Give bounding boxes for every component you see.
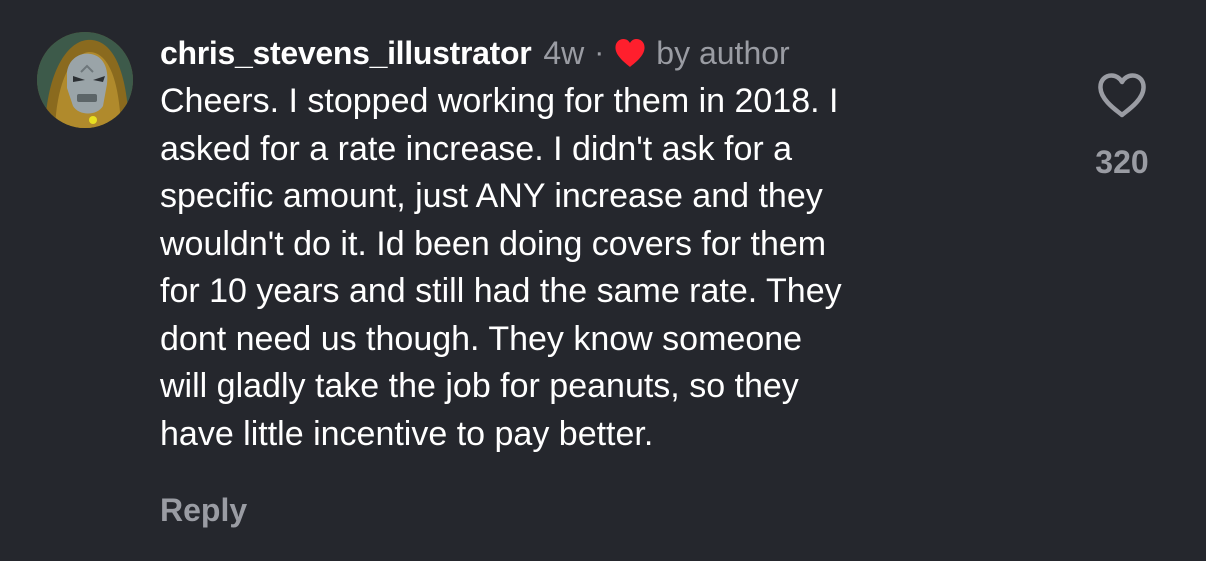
avatar[interactable] [37, 32, 133, 128]
like-count: 320 [1095, 144, 1149, 180]
like-control: 320 [1080, 70, 1164, 181]
username[interactable]: chris_stevens_illustrator [160, 35, 532, 72]
comment-body: chris_stevens_illustrator 4w · by author… [160, 30, 1040, 458]
heart-filled-icon [614, 37, 646, 69]
separator-dot: · [594, 36, 605, 69]
comment-header: chris_stevens_illustrator 4w · by author [160, 30, 1040, 76]
comment: chris_stevens_illustrator 4w · by author… [0, 0, 1206, 561]
timestamp: 4w [543, 34, 585, 71]
comment-text: Cheers. I stopped working for them in 20… [160, 82, 842, 453]
reply-button[interactable]: Reply [160, 492, 247, 529]
avatar-image [37, 32, 133, 128]
liked-by-author-label: by author [656, 34, 790, 71]
heart-outline-icon[interactable] [1096, 70, 1148, 122]
